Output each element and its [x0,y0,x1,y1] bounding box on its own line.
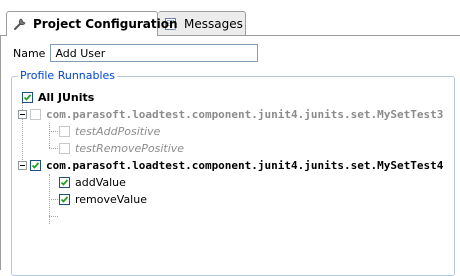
collapse-icon[interactable] [18,161,27,170]
tree-item-label: removeValue [75,193,147,206]
tab-label: Messages [184,16,243,31]
tab-strip: Project Configuration Messages [0,0,460,36]
tree-item-addvalue[interactable]: addValue [59,174,126,191]
checkbox-all-junits[interactable] [22,92,33,103]
tree-item-label: com.parasoft.loadtest.component.junit4.j… [46,159,444,172]
tab-label: Project Configuration [33,17,178,31]
tree-item-testremovepositive[interactable]: testRemovePositive [59,140,184,157]
tree-line [49,148,58,149]
checkbox-testaddpositive[interactable] [59,126,70,137]
checkmark-icon [23,94,32,101]
name-input[interactable] [50,44,259,62]
tree-line [49,216,58,217]
checkbox-mysettest3[interactable] [30,109,41,120]
checkbox-testremovepositive[interactable] [59,143,70,154]
checkbox-addvalue[interactable] [59,177,70,188]
profile-runnables-group: Profile Runnables All JUnits com.parasof… [11,69,455,276]
tree-item-label: com.parasoft.loadtest.component.junit4.j… [46,108,444,121]
checkmark-icon [60,196,69,203]
tree-item-testaddpositive[interactable]: testAddPositive [59,123,160,140]
checkmark-icon [60,179,69,186]
tree-item-label: All JUnits [38,91,95,104]
tree-item-mysettest3[interactable]: com.parasoft.loadtest.component.junit4.j… [18,106,443,123]
wrench-icon [12,16,28,32]
name-label: Name [13,46,46,60]
name-row: Name [13,44,259,62]
tree-item-removevalue[interactable]: removeValue [59,191,147,208]
tab-project-configuration[interactable]: Project Configuration [6,11,178,36]
checkbox-mysettest4[interactable] [30,160,41,171]
checkmark-icon [31,162,40,169]
tree-item-mysettest4[interactable]: com.parasoft.loadtest.component.junit4.j… [18,157,443,174]
runnables-tree: All JUnits com.parasoft.loadtest.compone… [12,77,454,275]
tree-item-label: testRemovePositive [75,142,185,155]
tree-item-label: testAddPositive [75,125,161,138]
checkbox-removevalue[interactable] [59,194,70,205]
tree-item-all-junits[interactable]: All JUnits [22,89,94,106]
tree-item-label: addValue [75,176,126,189]
project-configuration-panel: Name Profile Runnables All JUnits [0,36,460,276]
tree-line [49,131,58,132]
collapse-icon[interactable] [18,110,27,119]
tree-line [49,199,58,200]
tree-line [49,123,50,148]
